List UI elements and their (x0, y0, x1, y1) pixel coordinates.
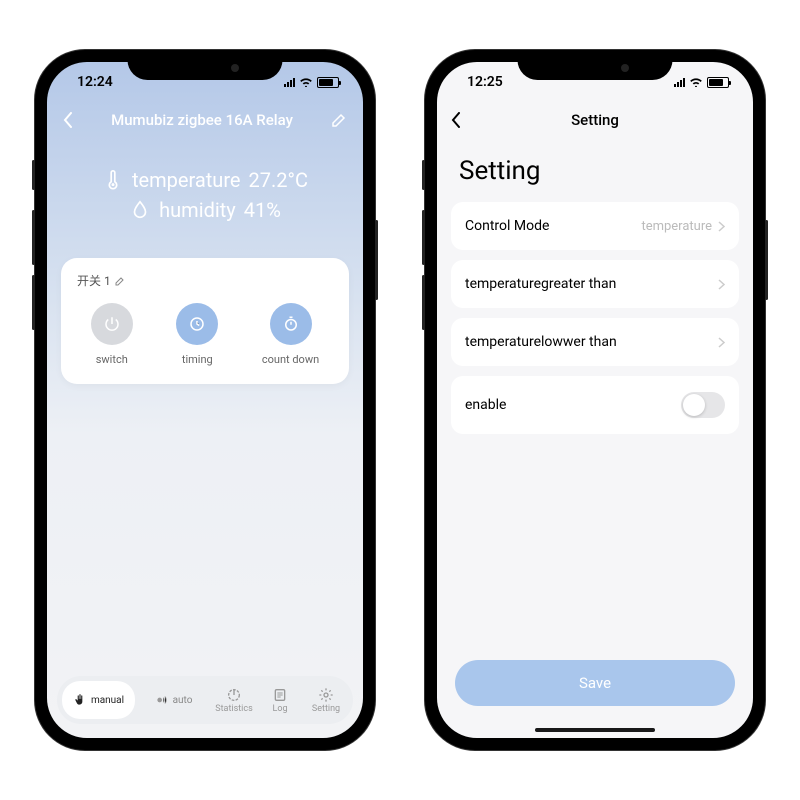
clock: 12:25 (467, 74, 503, 90)
status-bar: 12:25 (437, 62, 753, 102)
switch-card: 开关 1 switch timing (61, 258, 349, 384)
signal-icon (674, 77, 685, 87)
timer-icon (270, 303, 312, 345)
countdown-button[interactable]: count down (262, 303, 319, 366)
tab-statistics[interactable]: Statistics (212, 687, 256, 714)
header: Setting (437, 102, 753, 138)
hand-icon (73, 693, 87, 707)
humidity-icon (129, 199, 151, 221)
page-title: Mumubiz zigbee 16A Relay (111, 111, 293, 129)
enable-toggle[interactable] (681, 392, 725, 418)
row-control-mode[interactable]: Control Mode temperature (451, 202, 739, 250)
battery-icon (317, 77, 339, 88)
phone-right: 12:25 Setting Setting Control Mode tempe… (425, 50, 765, 750)
clock-icon (176, 303, 218, 345)
card-header[interactable]: 开关 1 (69, 272, 341, 303)
row-temp-lower[interactable]: temperaturelowwer than (451, 318, 739, 366)
screen-setting: 12:25 Setting Setting Control Mode tempe… (437, 62, 753, 738)
clock: 12:24 (77, 74, 113, 90)
tab-auto[interactable]: auto (137, 681, 210, 719)
phone-left: 12:24 Mumubiz zigbee 16A Relay temperatu… (35, 50, 375, 750)
status-icons (674, 77, 729, 88)
switch-button[interactable]: switch (91, 303, 133, 366)
wifi-icon (689, 77, 703, 87)
back-icon[interactable] (63, 112, 73, 128)
gear-icon (318, 687, 334, 703)
settings-list: Control Mode temperature temperaturegrea… (451, 202, 739, 434)
header: Mumubiz zigbee 16A Relay (47, 102, 363, 138)
edit-icon[interactable] (331, 112, 347, 128)
control-mode-value: temperature (641, 219, 712, 234)
timing-button[interactable]: timing (176, 303, 218, 366)
temperature-label: temperature (132, 168, 241, 192)
log-icon (272, 687, 288, 703)
battery-icon (707, 77, 729, 88)
page-title: Setting (571, 111, 619, 129)
tab-log[interactable]: Log (258, 687, 302, 714)
status-bar: 12:24 (47, 62, 363, 102)
signal-icon (284, 77, 295, 87)
back-icon[interactable] (451, 112, 461, 128)
auto-icon (155, 693, 169, 707)
row-temp-greater[interactable]: temperaturegreater than (451, 260, 739, 308)
section-title: Setting (437, 138, 753, 202)
bottom-tabbar: manual auto Statistics Log Setting (57, 676, 353, 724)
hero-readout: temperature 27.2°C humidity 41% (47, 138, 363, 258)
humidity-value: 41% (244, 198, 281, 222)
tab-manual[interactable]: manual (62, 681, 135, 719)
status-icons (284, 77, 339, 88)
humidity-label: humidity (159, 198, 236, 222)
wifi-icon (299, 77, 313, 87)
home-indicator[interactable] (535, 728, 655, 732)
chevron-right-icon (718, 221, 725, 232)
row-enable: enable (451, 376, 739, 434)
tab-setting[interactable]: Setting (304, 687, 348, 714)
chevron-right-icon (718, 337, 725, 348)
edit-small-icon (115, 276, 125, 286)
chevron-right-icon (718, 279, 725, 290)
thermometer-icon (102, 169, 124, 191)
temperature-value: 27.2°C (249, 168, 308, 192)
power-icon (91, 303, 133, 345)
stats-icon (226, 687, 242, 703)
screen-relay: 12:24 Mumubiz zigbee 16A Relay temperatu… (47, 62, 363, 738)
save-button[interactable]: Save (455, 660, 735, 706)
